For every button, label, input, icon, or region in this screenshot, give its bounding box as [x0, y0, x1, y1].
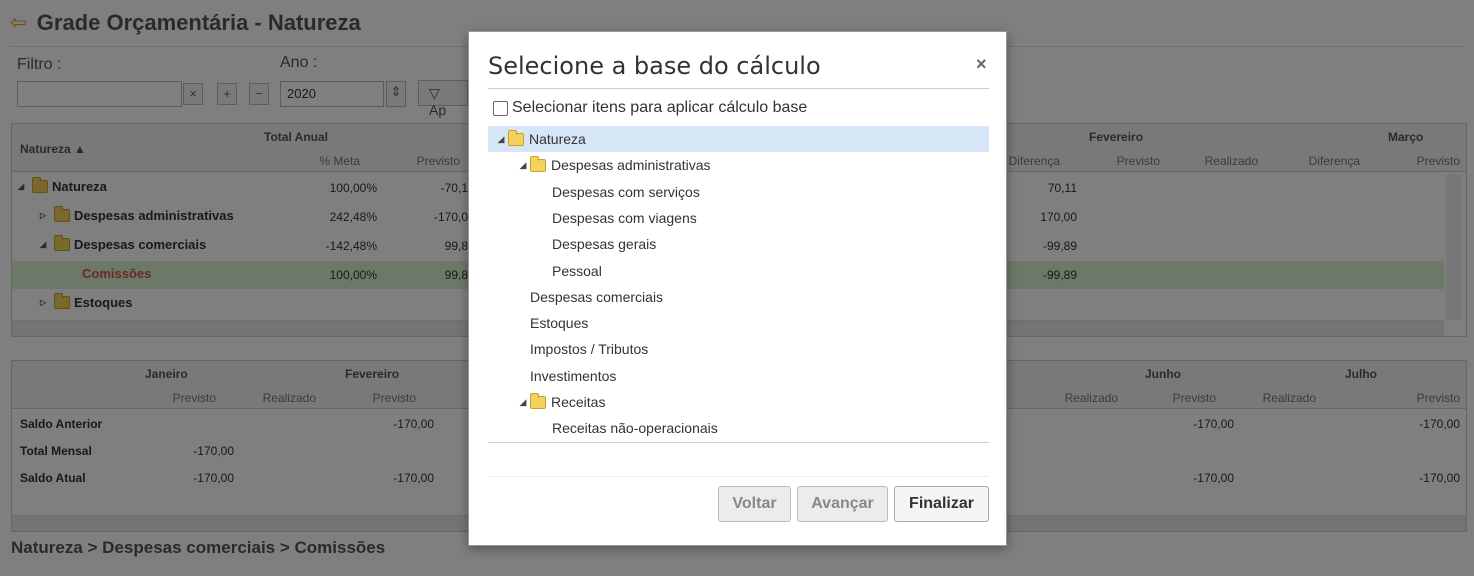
- folder-icon: [530, 155, 546, 172]
- tree-node[interactable]: Pessoal: [538, 258, 602, 284]
- tree-node[interactable]: Impostos / Tributos: [516, 336, 648, 362]
- folder-icon: [508, 129, 524, 146]
- select-items-label: Selecionar itens para aplicar cálculo ba…: [512, 99, 808, 116]
- expand-toggle-icon[interactable]: ◢: [516, 160, 530, 171]
- tree-node[interactable]: Despesas comerciais: [516, 284, 663, 310]
- tree-node-label: Despesas com viagens: [552, 210, 697, 226]
- close-icon[interactable]: ×: [976, 54, 987, 75]
- calc-base-dialog: Selecione a base do cálculo × Selecionar…: [468, 31, 1007, 546]
- tree-node-label: Investimentos: [530, 368, 617, 384]
- tree-node[interactable]: Despesas com serviços: [538, 179, 700, 205]
- finish-button[interactable]: Finalizar: [894, 486, 989, 522]
- tree-node[interactable]: ◢ Receitas: [516, 389, 605, 415]
- folder-icon: [530, 392, 546, 409]
- next-button[interactable]: Avançar: [797, 486, 888, 522]
- select-items-checkbox[interactable]: [493, 100, 508, 116]
- tree-node-label: Despesas com serviços: [552, 184, 700, 200]
- tree-node-label: Impostos / Tributos: [530, 341, 649, 357]
- tree-node-label: Pessoal: [552, 263, 602, 279]
- tree-node[interactable]: Investimentos: [516, 363, 616, 389]
- dialog-title: Selecione a base do cálculo: [488, 52, 821, 80]
- tree-node-label: Despesas comerciais: [530, 289, 664, 305]
- tree-node-label: Natureza: [529, 131, 586, 147]
- tree-node[interactable]: Estoques: [516, 310, 588, 336]
- tree-node-label: Despesas gerais: [552, 236, 657, 252]
- dialog-header-divider: [488, 88, 989, 89]
- back-button[interactable]: Voltar: [718, 486, 791, 522]
- tree-node-label: Receitas não-operacionais: [552, 420, 718, 436]
- tree-bottom-divider: [488, 442, 989, 443]
- footer-divider: [488, 476, 989, 477]
- tree-node[interactable]: ◢ Despesas administrativas: [516, 152, 711, 178]
- tree-node[interactable]: Despesas gerais: [538, 231, 656, 257]
- tree-node[interactable]: Receitas não-operacionais: [538, 415, 718, 441]
- expand-toggle-icon[interactable]: ◢: [516, 397, 530, 408]
- tree-node[interactable]: ◢ Natureza: [488, 126, 989, 152]
- select-items-checkbox-row[interactable]: Selecionar itens para aplicar cálculo ba…: [493, 99, 807, 117]
- tree-node-label: Receitas: [551, 394, 606, 410]
- tree-node-label: Estoques: [530, 315, 589, 331]
- tree-node-label: Despesas administrativas: [551, 157, 711, 173]
- expand-toggle-icon[interactable]: ◢: [494, 134, 508, 145]
- tree-node[interactable]: Despesas com viagens: [538, 205, 697, 231]
